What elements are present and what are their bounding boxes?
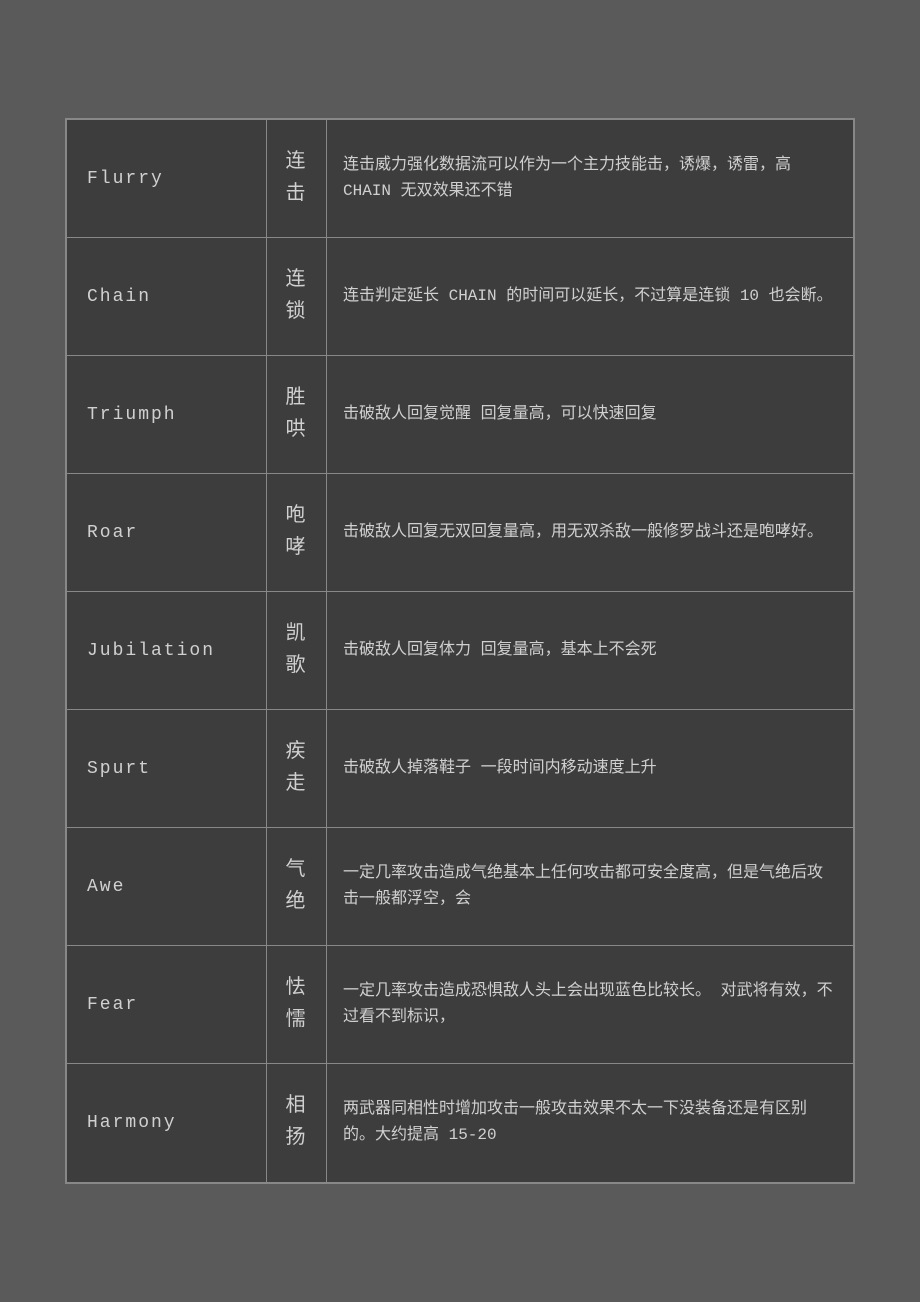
table-row: Chain连 锁连击判定延长 CHAIN 的时间可以延长，不过算是连锁 10 也… bbox=[67, 238, 853, 356]
skill-desc-harmony: 两武器同相性时增加攻击一般攻击效果不太一下没装备还是有区别的。大约提高 15-2… bbox=[327, 1064, 853, 1182]
table-row: Triumph胜 哄击破敌人回复觉醒 回复量高，可以快速回复 bbox=[67, 356, 853, 474]
skill-name-spurt: Spurt bbox=[67, 710, 267, 827]
table-row: Harmony相 扬两武器同相性时增加攻击一般攻击效果不太一下没装备还是有区别的… bbox=[67, 1064, 853, 1182]
skill-desc-flurry: 连击威力强化数据流可以作为一个主力技能击，诱爆，诱雷，高 CHAIN 无双效果还… bbox=[327, 120, 853, 237]
skills-table: Flurry连 击连击威力强化数据流可以作为一个主力技能击，诱爆，诱雷，高 CH… bbox=[65, 118, 855, 1184]
skill-desc-spurt: 击破敌人掉落鞋子 一段时间内移动速度上升 bbox=[327, 710, 853, 827]
skill-desc-jubilation: 击破敌人回复体力 回复量高，基本上不会死 bbox=[327, 592, 853, 709]
skill-name-flurry: Flurry bbox=[67, 120, 267, 237]
skill-chinese-fear: 怯 懦 bbox=[267, 946, 327, 1063]
skill-name-triumph: Triumph bbox=[67, 356, 267, 473]
skill-desc-roar: 击破敌人回复无双回复量高，用无双杀敌一般修罗战斗还是咆哮好。 bbox=[327, 474, 853, 591]
skill-chinese-roar: 咆 哮 bbox=[267, 474, 327, 591]
skill-chinese-spurt: 疾 走 bbox=[267, 710, 327, 827]
table-row: Jubilation凯 歌击破敌人回复体力 回复量高，基本上不会死 bbox=[67, 592, 853, 710]
skill-desc-chain: 连击判定延长 CHAIN 的时间可以延长，不过算是连锁 10 也会断。 bbox=[327, 238, 853, 355]
skill-name-awe: Awe bbox=[67, 828, 267, 945]
skill-name-fear: Fear bbox=[67, 946, 267, 1063]
table-row: Roar咆 哮击破敌人回复无双回复量高，用无双杀敌一般修罗战斗还是咆哮好。 bbox=[67, 474, 853, 592]
skill-desc-triumph: 击破敌人回复觉醒 回复量高，可以快速回复 bbox=[327, 356, 853, 473]
skill-desc-fear: 一定几率攻击造成恐惧敌人头上会出现蓝色比较长。 对武将有效，不过看不到标识， bbox=[327, 946, 853, 1063]
table-row: Flurry连 击连击威力强化数据流可以作为一个主力技能击，诱爆，诱雷，高 CH… bbox=[67, 120, 853, 238]
table-row: Awe气 绝一定几率攻击造成气绝基本上任何攻击都可安全度高，但是气绝后攻击一般都… bbox=[67, 828, 853, 946]
skill-chinese-chain: 连 锁 bbox=[267, 238, 327, 355]
skill-name-harmony: Harmony bbox=[67, 1064, 267, 1182]
skill-chinese-jubilation: 凯 歌 bbox=[267, 592, 327, 709]
skill-name-chain: Chain bbox=[67, 238, 267, 355]
skill-chinese-triumph: 胜 哄 bbox=[267, 356, 327, 473]
skill-name-roar: Roar bbox=[67, 474, 267, 591]
skill-desc-awe: 一定几率攻击造成气绝基本上任何攻击都可安全度高，但是气绝后攻击一般都浮空，会 bbox=[327, 828, 853, 945]
skill-chinese-flurry: 连 击 bbox=[267, 120, 327, 237]
skill-chinese-awe: 气 绝 bbox=[267, 828, 327, 945]
table-row: Spurt疾 走击破敌人掉落鞋子 一段时间内移动速度上升 bbox=[67, 710, 853, 828]
skill-name-jubilation: Jubilation bbox=[67, 592, 267, 709]
table-row: Fear怯 懦一定几率攻击造成恐惧敌人头上会出现蓝色比较长。 对武将有效，不过看… bbox=[67, 946, 853, 1064]
skill-chinese-harmony: 相 扬 bbox=[267, 1064, 327, 1182]
